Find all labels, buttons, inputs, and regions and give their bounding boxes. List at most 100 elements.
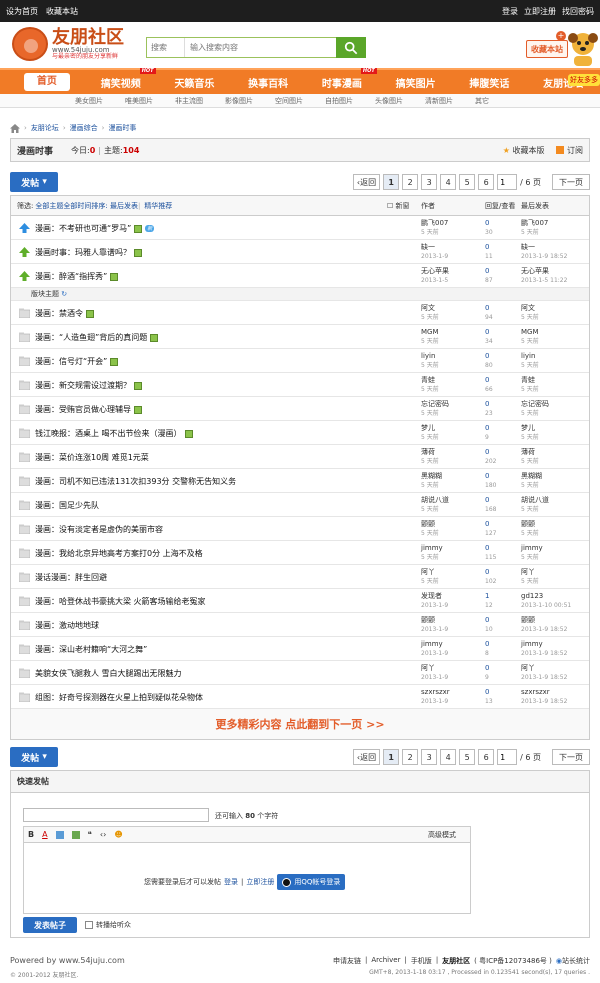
- last-poster[interactable]: 鹏飞007: [521, 219, 548, 227]
- thread-title[interactable]: 漫画：没有淡定者是虚伪的美丽市容: [35, 525, 163, 534]
- thread-author[interactable]: MGM: [421, 328, 439, 336]
- thread-row[interactable]: 漫画：激动地地球 颤颤 2013-1-9 0 10 颤颤 2013-1-9 18:52: [11, 613, 589, 637]
- page-3[interactable]: 3: [421, 174, 438, 190]
- thread-title[interactable]: 漫画：深山老村籍响“大河之舞”: [35, 645, 147, 654]
- thread-row[interactable]: 漫画：菜价连涨10周 难觅1元菜 薄荷 5 天前 0 202 薄荷 5 天前: [11, 445, 589, 469]
- search-button[interactable]: [336, 37, 366, 58]
- thread-author[interactable]: 颤颤: [421, 520, 435, 528]
- last-poster[interactable]: liyin: [521, 352, 535, 360]
- page-2[interactable]: 2: [402, 174, 419, 190]
- icp-number[interactable]: ( 粤ICP备12073486号 ): [474, 956, 552, 966]
- last-poster[interactable]: 颤颤: [521, 520, 535, 528]
- thread-title[interactable]: 漫画：禁酒令: [35, 309, 83, 318]
- breadcrumb-category[interactable]: 漫画综合: [70, 123, 98, 133]
- new-post-button-bottom[interactable]: 发帖 ▾: [10, 747, 58, 767]
- filter-all-time[interactable]: 全部时间: [63, 201, 91, 211]
- page-4[interactable]: 4: [440, 174, 457, 190]
- attach-icon[interactable]: [71, 830, 80, 839]
- thread-row[interactable]: 漫画：信号灯“开会” liyin 5 天前 0 80 liyin 5 天前: [11, 349, 589, 373]
- set-homepage-link[interactable]: 设为首页: [6, 7, 38, 16]
- subnav-item[interactable]: 自拍图片: [325, 96, 353, 106]
- smiley-icon[interactable]: ☻: [114, 830, 122, 839]
- bold-icon[interactable]: B: [28, 830, 34, 839]
- thread-author[interactable]: 鹏飞007: [421, 219, 448, 227]
- thread-row[interactable]: 漫画：醉酒“指挥秀” 无心苹果 2013-1-5 0 87 无心苹果 2013-1-5 11…: [11, 264, 589, 288]
- thread-title[interactable]: 漫画：醉酒“指挥秀”: [35, 272, 107, 281]
- thread-author[interactable]: jimmy: [421, 640, 443, 648]
- last-poster[interactable]: jimmy: [521, 640, 543, 648]
- thread-row[interactable]: 钱江晚报：酒桌上 喝不出节俭来（漫画） 梦儿 5 天前 0 9 梦儿 5 天前: [11, 421, 589, 445]
- code-icon[interactable]: ‹›: [100, 830, 106, 839]
- thread-row[interactable]: 漫话漫画：胖生回避 阿丫 5 天前 0 102 阿丫 5 天前: [11, 565, 589, 589]
- thread-author[interactable]: 颤颤: [421, 616, 435, 624]
- thread-author[interactable]: 梦儿: [421, 424, 435, 432]
- editor-login-link[interactable]: 登录: [224, 877, 238, 887]
- last-poster[interactable]: 胡说八道: [521, 496, 549, 504]
- sort-select[interactable]: 排序: 最后发表: [91, 201, 138, 211]
- thread-title[interactable]: 漫画：国足少先队: [35, 501, 99, 510]
- thread-title[interactable]: 漫画：受贿官员做心理辅导: [35, 405, 131, 414]
- friend-link-apply[interactable]: 申请友链: [333, 956, 361, 966]
- thread-row[interactable]: 漫画：禁酒令 阿文 5 天前 0 94 阿文 5 天前: [11, 301, 589, 325]
- archiver-link[interactable]: Archiver: [371, 956, 400, 966]
- nav-funny-pictures[interactable]: 搞笑图片: [379, 75, 453, 90]
- thread-author[interactable]: liyin: [421, 352, 435, 360]
- subnav-item[interactable]: 美女图片: [75, 96, 103, 106]
- thread-title[interactable]: 漫画：“人造鱼翅”背后的真问题: [35, 333, 147, 342]
- last-poster[interactable]: 阿丫: [521, 568, 535, 576]
- thread-title[interactable]: 漫画：哈登休战书豪挑大梁 火箭客场输给老冤家: [35, 597, 206, 606]
- page-1[interactable]: 1: [383, 749, 400, 765]
- last-poster[interactable]: 颤颤: [521, 616, 535, 624]
- register-link[interactable]: 立即注册: [524, 7, 556, 16]
- nav-home[interactable]: 首页: [24, 73, 70, 91]
- search-type-select[interactable]: 搜索: [147, 38, 185, 57]
- home-icon[interactable]: [10, 123, 20, 133]
- thread-title[interactable]: 美貌女侠飞腿救人 雪白大腿踢出无限魅力: [35, 669, 182, 678]
- thread-row[interactable]: 漫画：没有淡定者是虚伪的美丽市容 颤颤 5 天前 0 127 颤颤 5 天前: [11, 517, 589, 541]
- post-editor[interactable]: B A ❝ ‹› ☻ 高级模式 您需要登录后才可以发帖 登录 | 立即注册 用Q…: [23, 826, 471, 914]
- page-5[interactable]: 5: [459, 749, 476, 765]
- next-page-button[interactable]: 下一页: [552, 749, 590, 765]
- subnav-item[interactable]: 其它: [475, 96, 489, 106]
- next-page-button[interactable]: 下一页: [552, 174, 590, 190]
- last-poster[interactable]: 薄荷: [521, 448, 535, 456]
- thread-title[interactable]: 漫画：司机不知已违法131次扣393分 交警称无告知义务: [35, 477, 236, 486]
- thread-author[interactable]: 无心苹果: [421, 267, 449, 275]
- bookmark-site-link[interactable]: 收藏本站: [46, 7, 78, 16]
- back-button[interactable]: ‹ 返回: [352, 749, 381, 765]
- last-poster[interactable]: 缺一: [521, 243, 535, 251]
- subnav-item[interactable]: 非主流图: [175, 96, 203, 106]
- thread-title[interactable]: 钱江晚报：酒桌上 喝不出节俭来（漫画）: [35, 429, 182, 438]
- page-6[interactable]: 6: [478, 749, 495, 765]
- thread-author[interactable]: szxrszxr: [421, 688, 450, 696]
- thread-title[interactable]: 漫画：我给北京异地高考方案打0分 上海不及格: [35, 549, 203, 558]
- nav-jokes[interactable]: 捧腹笑话: [453, 75, 527, 90]
- broadcast-checkbox[interactable]: 转播给听众: [85, 920, 131, 930]
- nav-comics[interactable]: 时事漫画 HOT: [305, 67, 379, 90]
- site-name[interactable]: 友朋社区: [442, 956, 470, 966]
- qq-login-button[interactable]: 用QQ帐号登录: [277, 874, 346, 890]
- stats-link[interactable]: ◉站长统计: [556, 956, 590, 966]
- rss-button[interactable]: 订阅: [556, 145, 583, 156]
- nav-funny-video[interactable]: 搞笑视频 HOT: [84, 67, 158, 90]
- thread-author[interactable]: 发现者: [421, 592, 442, 600]
- bookmark-button[interactable]: 收藏本站: [526, 40, 568, 58]
- filter-digest[interactable]: 精华: [144, 201, 158, 211]
- refresh-icon[interactable]: ↻: [61, 290, 67, 298]
- last-poster[interactable]: jimmy: [521, 544, 543, 552]
- last-poster[interactable]: gd123: [521, 592, 543, 600]
- new-post-button[interactable]: 发帖 ▾: [10, 172, 58, 192]
- page-2[interactable]: 2: [402, 749, 419, 765]
- back-button[interactable]: ‹ 返回: [352, 174, 381, 190]
- thread-row[interactable]: 漫画：新交规需设过渡期？ 青蛙 5 天前 0 66 青蛙 5 天前: [11, 373, 589, 397]
- thread-row[interactable]: 漫画：深山老村籍响“大河之舞” jimmy 2013-1-9 0 8 jimmy 2013-…: [11, 637, 589, 661]
- thread-title[interactable]: 漫画：菜价连涨10周 难觅1元菜: [35, 453, 149, 462]
- nav-encyclopedia[interactable]: 换事百科: [231, 75, 305, 90]
- thread-author[interactable]: 阿丫: [421, 664, 435, 672]
- thread-row[interactable]: 漫画：“人造鱼翅”背后的真问题 MGM 5 天前 0 34 MGM 5 天前: [11, 325, 589, 349]
- thread-row[interactable]: 组图：好奇号探测器在火星上拍到疑似花朵物体 szxrszxr 2013-1-9 0 13…: [11, 685, 589, 709]
- thread-title[interactable]: 漫画：不考研也可通“罗马”: [35, 224, 131, 233]
- thread-title[interactable]: 漫话漫画：胖生回避: [35, 573, 107, 582]
- thread-author[interactable]: 缺一: [421, 243, 435, 251]
- font-color-icon[interactable]: A: [42, 830, 47, 839]
